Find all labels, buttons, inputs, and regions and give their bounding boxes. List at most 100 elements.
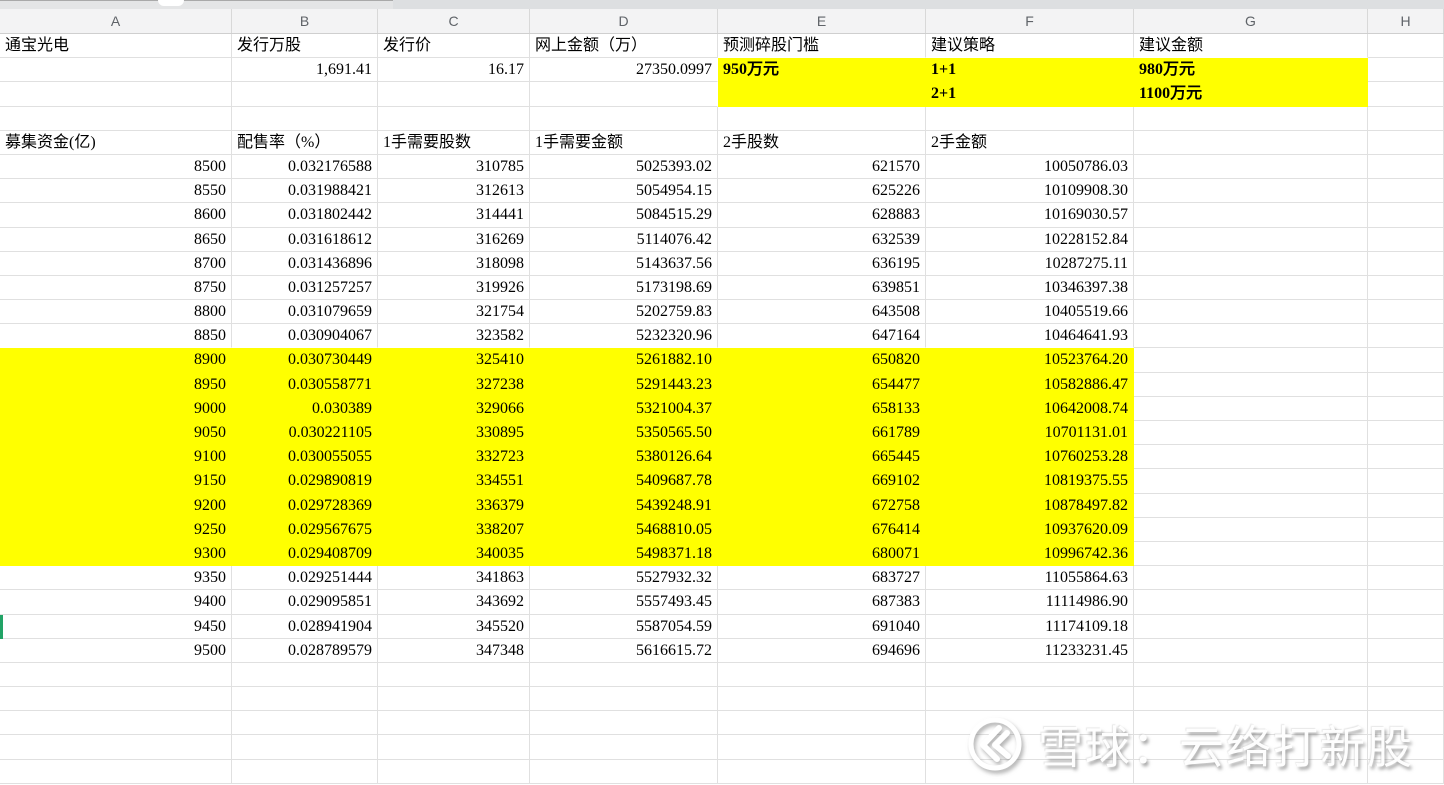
empty-cell[interactable] [1134,469,1368,494]
data-cell[interactable]: 323582 [378,324,530,349]
data-cell[interactable]: 628883 [718,203,926,228]
empty-cell[interactable] [1368,396,1444,421]
empty-cell[interactable] [1134,227,1368,252]
empty-cell[interactable] [378,106,530,131]
empty-cell[interactable] [1368,203,1444,228]
data-cell[interactable]: 11233231.45 [926,638,1134,663]
cell-strategy-label[interactable]: 建议策略 [926,34,1134,59]
data-cell[interactable]: 650820 [718,348,926,373]
empty-cell[interactable] [926,735,1134,760]
empty-cell[interactable] [1134,759,1368,784]
data-cell[interactable]: 10169030.57 [926,203,1134,228]
empty-cell[interactable] [1134,541,1368,567]
data-cell[interactable]: 658133 [718,396,926,421]
empty-cell[interactable] [1368,614,1444,639]
empty-cell[interactable] [0,759,232,784]
data-cell[interactable]: 332723 [378,445,530,470]
empty-cell[interactable] [232,106,378,131]
empty-cell[interactable] [530,711,718,736]
data-cell[interactable]: 329066 [378,396,530,421]
empty-cell[interactable] [378,735,530,760]
empty-cell[interactable] [1368,541,1444,567]
data-cell[interactable]: 0.030730449 [232,348,378,373]
empty-cell[interactable] [1368,348,1444,373]
cell-lot2-amount-header[interactable]: 2手金额 [926,130,1134,155]
empty-cell[interactable] [1368,662,1444,688]
empty-cell[interactable] [1134,638,1368,663]
data-cell[interactable]: 325410 [378,348,530,373]
data-cell[interactable]: 10582886.47 [926,372,1134,397]
empty-cell[interactable] [1134,203,1368,228]
data-cell[interactable]: 5261882.10 [530,348,718,373]
data-cell[interactable]: 10228152.84 [926,227,1134,252]
empty-cell[interactable] [1134,687,1368,712]
cell-strategy-1[interactable]: 1+1 [926,58,1134,83]
data-cell[interactable]: 345520 [378,614,530,639]
data-cell[interactable]: 9350 [0,566,232,591]
data-cell[interactable]: 5114076.42 [530,227,718,252]
data-cell[interactable]: 8850 [0,324,232,349]
empty-cell[interactable] [1134,566,1368,591]
data-cell[interactable]: 9300 [0,541,232,567]
data-cell[interactable]: 9000 [0,396,232,421]
data-cell[interactable]: 10346397.38 [926,275,1134,301]
data-cell[interactable]: 5054954.15 [530,179,718,204]
data-cell[interactable]: 5084515.29 [530,203,718,228]
empty-cell[interactable] [530,687,718,712]
empty-cell[interactable] [378,687,530,712]
data-cell[interactable]: 8550 [0,179,232,204]
empty-cell[interactable] [1134,735,1368,760]
empty-cell[interactable] [1368,324,1444,349]
data-cell[interactable]: 680071 [718,541,926,567]
data-cell[interactable]: 8500 [0,154,232,180]
data-cell[interactable]: 0.030904067 [232,324,378,349]
data-cell[interactable]: 5557493.45 [530,590,718,615]
data-cell[interactable]: 10878497.82 [926,493,1134,518]
data-cell[interactable]: 5527932.32 [530,566,718,591]
empty-cell[interactable] [1134,251,1368,276]
data-cell[interactable]: 683727 [718,566,926,591]
empty-cell[interactable] [926,711,1134,736]
empty-cell[interactable] [0,662,232,688]
data-cell[interactable]: 672758 [718,493,926,518]
empty-cell[interactable] [1134,493,1368,518]
empty-cell[interactable] [1134,130,1368,155]
data-cell[interactable]: 10937620.09 [926,517,1134,542]
data-cell[interactable]: 0.031618612 [232,227,378,252]
data-cell[interactable]: 669102 [718,469,926,494]
data-cell[interactable]: 338207 [378,517,530,542]
data-cell[interactable]: 10701131.01 [926,421,1134,446]
empty-cell[interactable] [1368,179,1444,204]
data-cell[interactable]: 10760253.28 [926,445,1134,470]
empty-cell[interactable] [1134,372,1368,397]
empty-cell[interactable] [232,735,378,760]
data-cell[interactable]: 5025393.02 [530,154,718,180]
empty-cell[interactable] [1134,106,1368,131]
empty-cell[interactable] [718,735,926,760]
data-cell[interactable]: 334551 [378,469,530,494]
data-cell[interactable]: 654477 [718,372,926,397]
empty-cell[interactable] [1368,251,1444,276]
data-cell[interactable]: 330895 [378,421,530,446]
empty-cell[interactable] [232,687,378,712]
data-cell[interactable]: 0.031436896 [232,251,378,276]
data-cell[interactable]: 0.031079659 [232,300,378,325]
data-cell[interactable]: 0.029567675 [232,517,378,542]
cell-lot1-amount-header[interactable]: 1手需要金额 [530,130,718,155]
data-cell[interactable]: 11114986.90 [926,590,1134,615]
empty-cell[interactable] [1368,687,1444,712]
empty-cell[interactable] [1134,154,1368,180]
data-cell[interactable]: 5498371.18 [530,541,718,567]
data-cell[interactable]: 8950 [0,372,232,397]
column-header-h[interactable]: H [1368,9,1444,33]
cell-fund-header[interactable]: 募集资金(亿) [0,130,232,155]
data-cell[interactable]: 632539 [718,227,926,252]
data-cell[interactable]: 310785 [378,154,530,180]
data-cell[interactable]: 0.030221105 [232,421,378,446]
data-cell[interactable]: 5439248.91 [530,493,718,518]
data-cell[interactable]: 10405519.66 [926,300,1134,325]
empty-cell[interactable] [378,711,530,736]
empty-cell[interactable] [1368,82,1444,107]
empty-cell[interactable] [926,687,1134,712]
empty-cell[interactable] [1134,179,1368,204]
